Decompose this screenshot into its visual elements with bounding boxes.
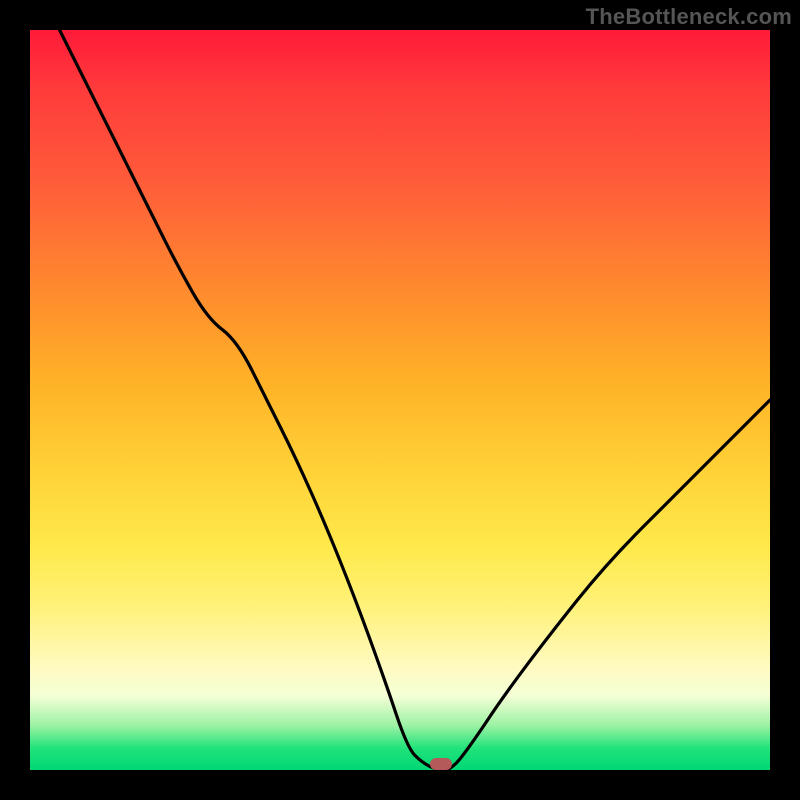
bottleneck-curve xyxy=(30,30,770,770)
plot-area xyxy=(30,30,770,770)
curve-layer xyxy=(30,30,770,770)
chart-frame: TheBottleneck.com xyxy=(0,0,800,800)
watermark-text: TheBottleneck.com xyxy=(586,4,792,30)
optimal-point-marker xyxy=(430,758,452,770)
